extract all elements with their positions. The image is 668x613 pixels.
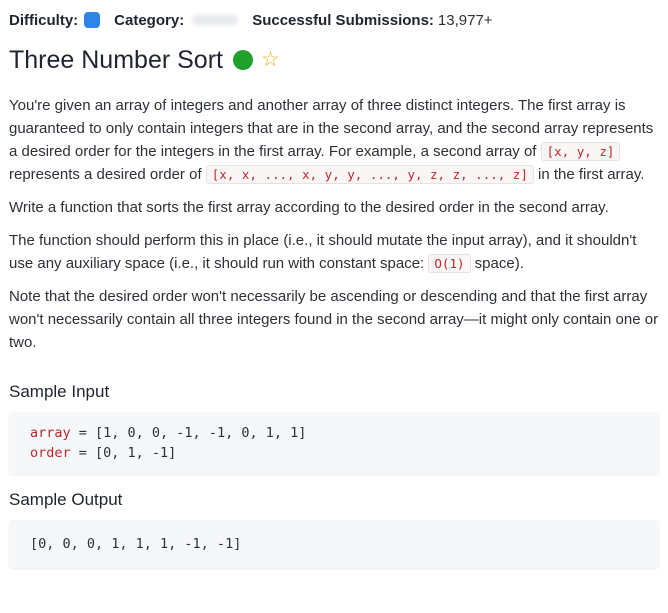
star-icon[interactable]: ☆ bbox=[261, 49, 280, 70]
p1-text-b: represents a desired order of bbox=[9, 166, 206, 183]
completed-status-icon bbox=[232, 50, 253, 70]
p3-text-b: space). bbox=[470, 255, 524, 272]
order-value: = [0, 1, -1] bbox=[70, 445, 177, 461]
sample-input-line-2: order = [0, 1, -1] bbox=[30, 443, 638, 463]
meta-row: Difficulty: Category: Successful Submiss… bbox=[9, 10, 659, 30]
p1-text-c: in the first array. bbox=[533, 166, 645, 183]
sample-input-line-1: array = [1, 0, 0, -1, -1, 0, 1, 1] bbox=[30, 423, 638, 443]
sample-input-title: Sample Input bbox=[9, 382, 110, 401]
sample-input-block: array = [1, 0, 0, -1, -1, 0, 1, 1] order… bbox=[9, 412, 659, 474]
sample-output-value: [0, 0, 0, 1, 1, 1, -1, -1] bbox=[30, 536, 242, 552]
problem-title: Three Number Sort bbox=[9, 45, 223, 74]
order-variable: order bbox=[30, 445, 71, 461]
difficulty-icon bbox=[84, 12, 101, 28]
p1-code-xyz: [x, y, z] bbox=[540, 142, 621, 161]
p3-code-complexity: O(1) bbox=[428, 254, 471, 273]
p3-text-a: The function should perform this in plac… bbox=[9, 232, 637, 272]
description-paragraph-4: Note that the desired order won't necess… bbox=[9, 288, 659, 351]
description-paragraph-2: Write a function that sorts the first ar… bbox=[9, 199, 609, 216]
category-value-blurred bbox=[192, 15, 239, 25]
submissions-count: 13,977+ bbox=[437, 11, 493, 29]
category-label: Category: bbox=[114, 11, 185, 29]
description-paragraph-1: You're given an array of integers and an… bbox=[9, 94, 659, 186]
submissions-label: Successful Submissions: bbox=[252, 11, 434, 29]
difficulty-label: Difficulty: bbox=[9, 11, 79, 29]
array-value: = [1, 0, 0, -1, -1, 0, 1, 1] bbox=[70, 425, 307, 441]
description-paragraph-3: The function should perform this in plac… bbox=[9, 229, 659, 275]
title-row: Three Number Sort ☆ bbox=[9, 44, 659, 76]
p1-code-desired-order: [x, x, ..., x, y, y, ..., y, z, z, ..., … bbox=[205, 165, 534, 184]
sample-output-title: Sample Output bbox=[9, 490, 123, 509]
sample-output-block: [0, 0, 0, 1, 1, 1, -1, -1] bbox=[9, 520, 659, 568]
problem-page: Difficulty: Category: Successful Submiss… bbox=[0, 0, 668, 568]
array-variable: array bbox=[30, 425, 71, 441]
